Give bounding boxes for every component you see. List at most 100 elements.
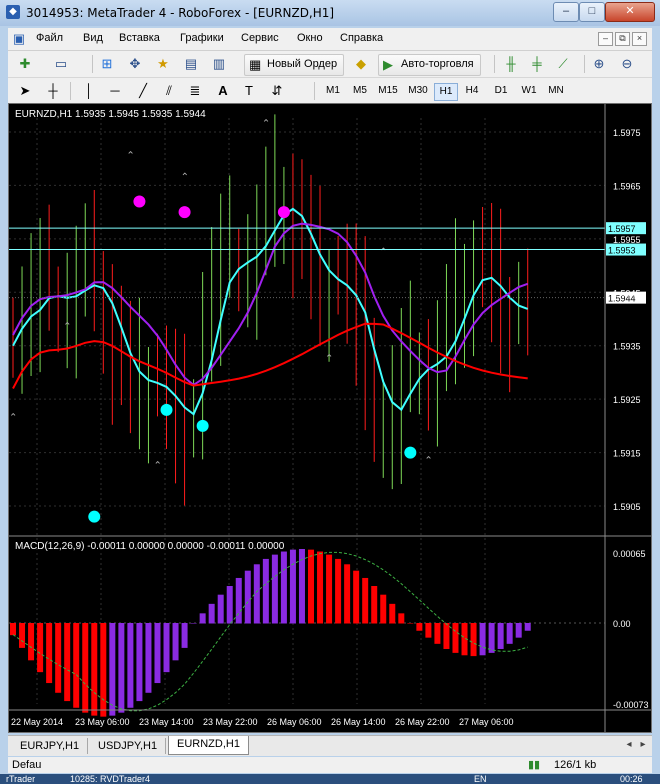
- timeframe-m30[interactable]: M30: [405, 83, 431, 99]
- horizontal-line-icon[interactable]: ─: [106, 82, 124, 100]
- text-tool-icon[interactable]: A: [214, 82, 232, 100]
- signal-dot: [178, 206, 191, 219]
- macd-histogram-bar: [181, 623, 188, 648]
- arrows-icon[interactable]: ⇵: [268, 82, 286, 100]
- fractal-arrow: ⌃: [63, 322, 71, 333]
- zoom-out-icon[interactable]: ⊖: [618, 55, 636, 73]
- data-window-icon[interactable]: ✥: [126, 55, 144, 73]
- price-axis-label: 1.5975: [613, 128, 641, 138]
- macd-histogram-bar: [380, 594, 387, 624]
- price-chart[interactable]: ⌃⌃⌃⌃⌃⌃⌃⌃⌃⌃ 1.59571.59531.5944 1.59751.59…: [9, 104, 651, 732]
- tab-usdjpy[interactable]: USDJPY,H1: [90, 738, 167, 754]
- candlestick-icon[interactable]: ╪: [528, 55, 546, 73]
- new-chart-icon[interactable]: ✚: [16, 55, 34, 73]
- menu-view[interactable]: Вид: [83, 32, 103, 44]
- mid-moving-average: [12, 222, 529, 387]
- new-order-button[interactable]: ▦ Новый Ордер: [244, 54, 345, 76]
- toolbar-separator: [92, 55, 93, 73]
- chart-window-icon: ▣: [12, 31, 26, 46]
- bar-chart-icon[interactable]: ╫: [502, 55, 520, 73]
- mdi-restore-button[interactable]: ⧉: [615, 32, 630, 46]
- price-axis-label: 1.5925: [613, 395, 641, 405]
- drawing-toolbar: ➤ ┼ │ ─ ╱ ⫽ ≣ A T ⇵ M1 M5 M15 M30 H1 H4 …: [8, 78, 652, 105]
- standard-toolbar: ✚ ▭ ⊞ ✥ ★ ▤ ▥ ▦ Новый Ордер ◆ ▶ Авто-тор…: [8, 51, 652, 78]
- time-axis-label: 23 May 14:00: [139, 717, 194, 727]
- macd-histogram-bar: [235, 577, 242, 624]
- macd-histogram-bar: [416, 623, 423, 631]
- strategy-tester-icon[interactable]: ▥: [210, 55, 228, 73]
- metaeditor-icon[interactable]: ◆: [352, 55, 370, 73]
- signal-dot: [133, 195, 146, 208]
- timeframe-h1[interactable]: H1: [434, 83, 458, 101]
- signal-dot: [160, 403, 173, 416]
- autotrading-icon: ▶: [383, 57, 393, 72]
- macd-histogram-bar: [19, 623, 26, 648]
- macd-histogram-bar: [479, 623, 486, 656]
- macd-histogram-bar: [371, 586, 378, 624]
- macd-histogram-bar: [127, 623, 134, 708]
- vertical-line-icon[interactable]: │: [80, 82, 98, 100]
- timeframe-h4[interactable]: H4: [461, 83, 483, 99]
- mdi-minimize-button[interactable]: –: [598, 32, 613, 46]
- taskbar-language[interactable]: EN: [474, 774, 487, 784]
- timeframe-w1[interactable]: W1: [518, 83, 540, 99]
- crosshair-icon[interactable]: ┼: [44, 82, 62, 100]
- close-button[interactable]: ✕: [605, 2, 655, 22]
- fibonacci-icon[interactable]: ≣: [186, 82, 204, 100]
- taskbar-item[interactable]: rTrader: [6, 774, 35, 784]
- slow-moving-average: [12, 322, 528, 389]
- macd-histogram-bar: [308, 549, 314, 624]
- zoom-in-icon[interactable]: ⊕: [590, 55, 608, 73]
- tab-eurjpy[interactable]: EURJPY,H1: [12, 738, 89, 754]
- autotrading-button[interactable]: ▶ Авто-торговля: [378, 54, 481, 76]
- line-chart-icon[interactable]: ⟋: [554, 55, 572, 73]
- menu-tools[interactable]: Сервис: [241, 32, 279, 44]
- timeframe-m15[interactable]: M15: [375, 83, 401, 99]
- price-axis-label: 1.5935: [613, 342, 641, 352]
- tab-eurnzd[interactable]: EURNZD,H1: [168, 736, 249, 755]
- price-axis-label: 1.5905: [613, 502, 641, 512]
- terminal-icon[interactable]: ▤: [182, 55, 200, 73]
- taskbar-clock: 00:26: [620, 774, 643, 784]
- market-watch-icon[interactable]: ⊞: [98, 55, 116, 73]
- menu-window[interactable]: Окно: [297, 32, 323, 44]
- maximize-button[interactable]: □: [579, 2, 605, 22]
- tab-scroll-right-icon[interactable]: ▸: [634, 736, 652, 754]
- timeframe-m1[interactable]: M1: [322, 83, 344, 99]
- macd-histogram-bar: [82, 623, 89, 713]
- time-axis-label: 23 May 06:00: [75, 717, 130, 727]
- macd-histogram-bar: [353, 570, 360, 624]
- minimize-button[interactable]: –: [553, 2, 579, 22]
- macd-histogram-bar: [100, 623, 107, 717]
- equidistant-channel-icon[interactable]: ⫽: [160, 82, 178, 100]
- menu-file[interactable]: Файл: [36, 32, 63, 44]
- timeframe-mn[interactable]: MN: [545, 83, 567, 99]
- timeframe-d1[interactable]: D1: [490, 83, 512, 99]
- chart-window[interactable]: ⌃⌃⌃⌃⌃⌃⌃⌃⌃⌃ 1.59571.59531.5944 1.59751.59…: [8, 103, 652, 733]
- macd-histogram-bar: [28, 623, 35, 661]
- cursor-icon[interactable]: ➤: [16, 82, 34, 100]
- time-axis-label: 23 May 22:00: [203, 717, 258, 727]
- text-label-icon[interactable]: T: [240, 82, 258, 100]
- time-axis-label: 22 May 2014: [11, 717, 63, 727]
- menu-charts[interactable]: Графики: [180, 32, 224, 44]
- profiles-icon[interactable]: ▭: [52, 55, 70, 73]
- menu-insert[interactable]: Вставка: [119, 32, 160, 44]
- mdi-close-button[interactable]: ×: [632, 32, 647, 46]
- taskbar-item[interactable]: 10285: RVDTrader4: [70, 774, 150, 784]
- fractal-arrow: ⌃: [181, 172, 189, 183]
- navigator-icon[interactable]: ★: [154, 55, 172, 73]
- fractal-arrow: ⌃: [126, 151, 134, 162]
- signal-dot: [404, 446, 417, 459]
- macd-histogram-bar: [145, 623, 152, 693]
- menu-bar: ▣ Файл Вид Вставка Графики Сервис Окно С…: [8, 28, 652, 51]
- toolbar-separator: [70, 82, 71, 100]
- macd-histogram-bar: [73, 623, 80, 708]
- menu-help[interactable]: Справка: [340, 32, 383, 44]
- macd-histogram-bar: [262, 558, 269, 624]
- status-profile: Defau: [12, 759, 42, 771]
- timeframe-m5[interactable]: M5: [349, 83, 371, 99]
- trendline-icon[interactable]: ╱: [134, 82, 152, 100]
- macd-histogram-bar: [362, 577, 369, 624]
- chart-tabs: EURJPY,H1 USDJPY,H1 EURNZD,H1 ◂ ▸: [8, 735, 652, 756]
